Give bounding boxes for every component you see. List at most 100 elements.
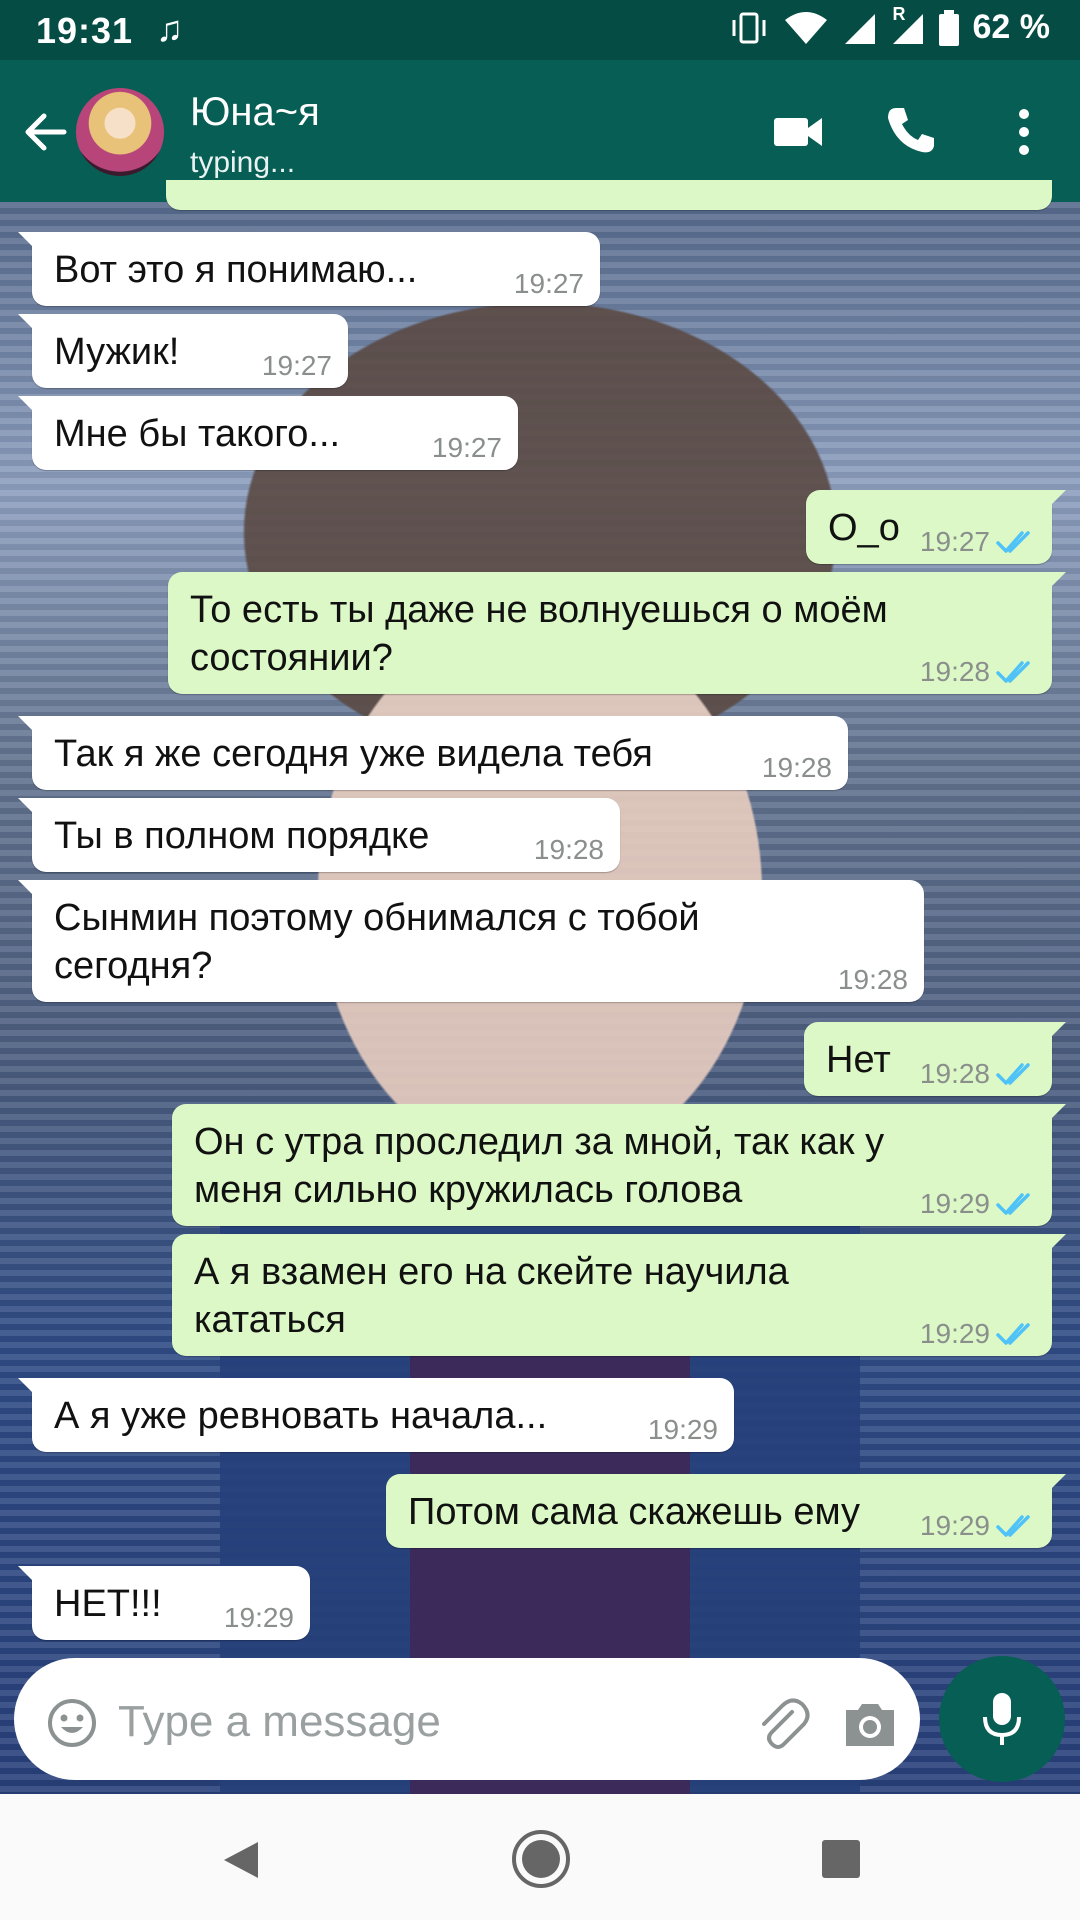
outgoing-message[interactable]: Он с утра проследил за мной, так как у ме… (172, 1104, 1066, 1226)
read-receipt-icon (996, 1515, 1030, 1537)
outgoing-message[interactable]: О_о 19:27 (806, 490, 1066, 564)
message-time: 19:29 (647, 1414, 718, 1445)
message-text-line: Ты в полном порядке (54, 815, 430, 857)
read-receipt-icon (996, 1193, 1030, 1215)
nav-recents-icon[interactable] (820, 1838, 862, 1880)
outgoing-message[interactable]: Нет 19:28 (804, 1022, 1066, 1096)
status-bar: 19:31 ♫ R 62 % (0, 0, 1080, 60)
bubble-tail (1050, 490, 1066, 506)
video-camera-icon (774, 118, 822, 146)
incoming-message[interactable]: А я уже ревновать начала... 19:29 (18, 1378, 734, 1452)
bubble-tail (18, 232, 34, 248)
message-text: Потом сама скажешь ему (408, 1488, 860, 1536)
message-meta: 19:29 (648, 1414, 718, 1446)
message-meta: 19:29 (920, 1188, 1036, 1220)
message-meta: 19:28 (920, 1058, 1036, 1090)
battery-percent: 62 % (972, 8, 1051, 46)
incoming-message[interactable]: Ты в полном порядке 19:28 (18, 798, 620, 872)
contact-status: typing... (190, 146, 296, 179)
smiley-icon (48, 1699, 96, 1747)
message-time: 19:28 (919, 1058, 990, 1089)
message-text-line: кататься (194, 1299, 346, 1341)
message-text: Он с утра проследил за мной, так как у ме… (194, 1118, 884, 1214)
incoming-message[interactable]: Вот это я понимаю... 19:27 (18, 232, 600, 306)
vibrate-icon (732, 12, 765, 43)
bubble-tail (18, 716, 34, 732)
message-text: Мужик! (54, 328, 179, 376)
message-text: Так я же сегодня уже видела тебя (54, 730, 653, 778)
message-meta: 19:28 (920, 656, 1036, 688)
voice-record-button[interactable] (939, 1656, 1065, 1782)
message-meta: 19:28 (838, 964, 908, 996)
camera-icon (846, 1704, 894, 1746)
incoming-message[interactable]: Так я же сегодня уже видела тебя 19:28 (18, 716, 848, 790)
paperclip-icon (762, 1698, 810, 1749)
message-meta: 19:27 (920, 526, 1036, 558)
arrow-left-icon (25, 113, 67, 151)
outgoing-message[interactable]: А я взамен его на скейте научила кататься… (172, 1234, 1066, 1356)
message-text: Вот это я понимаю... (54, 246, 417, 294)
message-time: 19:28 (919, 656, 990, 687)
message-text-line: О_о (828, 507, 900, 549)
message-meta: 19:28 (762, 752, 832, 784)
contact-name[interactable]: Юна~я (190, 90, 320, 135)
message-text: Нет (826, 1036, 891, 1084)
message-meta: 19:27 (432, 432, 502, 464)
video-call-button[interactable] (770, 104, 826, 160)
message-text-line: Так я же сегодня уже видела тебя (54, 733, 653, 775)
microphone-icon (983, 1693, 1021, 1745)
message-meta: 19:28 (534, 834, 604, 866)
status-time: 19:31 (36, 10, 134, 51)
nav-home-icon[interactable] (510, 1828, 572, 1890)
bubble-tail (18, 1378, 34, 1394)
music-note-icon: ♫ (156, 8, 183, 49)
wifi-icon (784, 11, 827, 44)
emoji-button[interactable] (46, 1697, 98, 1749)
outgoing-message[interactable]: Потом сама скажешь ему 19:29 (386, 1474, 1066, 1548)
message-text-line: состоянии? (190, 637, 393, 679)
message-time: 19:27 (261, 350, 332, 381)
bubble-tail (1050, 1474, 1066, 1490)
message-text: НЕТ!!! (54, 1580, 162, 1628)
message-meta: 19:27 (262, 350, 332, 382)
nav-back-icon[interactable] (218, 1838, 262, 1882)
roaming-indicator: R (892, 3, 906, 24)
message-text-line: А я уже ревновать начала... (54, 1395, 548, 1437)
back-button[interactable] (18, 104, 74, 160)
signal-icon (844, 13, 875, 44)
more-vertical-icon (1019, 109, 1029, 155)
bubble-tail (1050, 1104, 1066, 1120)
message-bubble-partial (166, 180, 1052, 210)
message-time: 19:29 (919, 1188, 990, 1219)
phone-icon (888, 108, 934, 153)
message-text-line: меня сильно кружилась голова (194, 1169, 743, 1211)
incoming-message[interactable]: НЕТ!!! 19:29 (18, 1566, 310, 1640)
bubble-tail (18, 880, 34, 896)
incoming-message[interactable]: Сынмин поэтому обнимался с тобой сегодня?… (18, 880, 924, 1002)
message-time: 19:28 (761, 752, 832, 783)
outgoing-message[interactable]: То есть ты даже не волнуешься о моём сост… (168, 572, 1066, 694)
message-time: 19:27 (919, 526, 990, 557)
incoming-message[interactable]: Мужик! 19:27 (18, 314, 348, 388)
bubble-tail (1050, 1022, 1066, 1038)
message-meta: 19:29 (224, 1602, 294, 1634)
message-text-line: То есть ты даже не волнуешься о моём (190, 589, 888, 631)
more-options-button[interactable] (1000, 102, 1048, 162)
bubble-tail (18, 396, 34, 412)
message-text-line: Потом сама скажешь ему (408, 1491, 861, 1533)
bubble-tail (18, 1566, 34, 1582)
message-time: 19:28 (533, 834, 604, 865)
message-input[interactable] (116, 1686, 720, 1758)
attach-button[interactable] (752, 1694, 812, 1754)
incoming-message[interactable]: Мне бы такого... 19:27 (18, 396, 518, 470)
read-receipt-icon (996, 661, 1030, 683)
voice-call-button[interactable] (882, 102, 938, 158)
contact-avatar[interactable] (76, 88, 164, 176)
bubble-tail (1050, 572, 1066, 588)
message-time: 19:28 (837, 964, 908, 995)
bubble-tail (18, 798, 34, 814)
camera-button[interactable] (842, 1696, 898, 1752)
read-receipt-icon (996, 1063, 1030, 1085)
message-text-line: НЕТ!!! (54, 1583, 162, 1625)
battery-icon (938, 9, 959, 46)
